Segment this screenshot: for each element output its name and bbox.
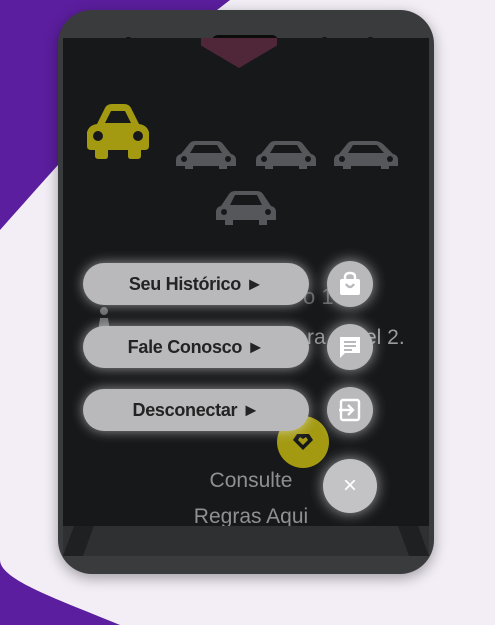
contact-icon-button[interactable] xyxy=(327,324,373,370)
history-icon-button[interactable] xyxy=(327,261,373,307)
car-icon xyxy=(176,141,236,169)
car-icon xyxy=(256,141,316,169)
history-button[interactable]: Seu Histórico ► xyxy=(83,263,309,305)
car-icon xyxy=(87,104,149,159)
shopping-bag-icon xyxy=(340,271,360,295)
level-badge-icon xyxy=(201,38,277,68)
car-icon xyxy=(216,191,276,225)
diamond-heart-icon xyxy=(293,434,313,450)
level-text-fragment: ra xyxy=(307,326,326,349)
chat-icon xyxy=(340,337,360,358)
nav-bar xyxy=(63,526,429,556)
car-icon xyxy=(334,141,398,169)
close-menu-button[interactable]: × xyxy=(323,459,377,513)
logout-button[interactable]: Desconectar ► xyxy=(83,389,309,431)
logout-icon-button[interactable] xyxy=(327,387,373,433)
rules-line-1[interactable]: Consulte xyxy=(171,469,331,493)
contact-button[interactable]: Fale Conosco ► xyxy=(83,326,309,368)
logout-icon xyxy=(339,398,361,422)
